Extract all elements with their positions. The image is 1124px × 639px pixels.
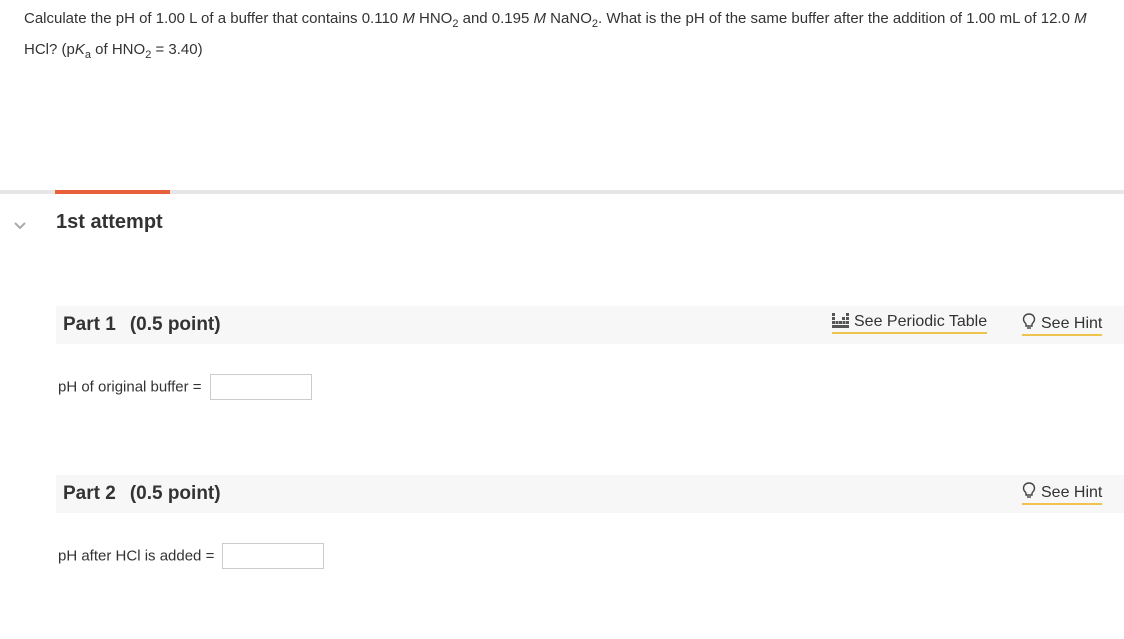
- part-1-header: Part 1 (0.5 point) See Periodic Table See…: [56, 306, 1124, 344]
- part-2-header: Part 2 (0.5 point) See Hint: [56, 475, 1124, 513]
- lightbulb-icon: [1022, 313, 1036, 329]
- lightbulb-icon: [1022, 482, 1036, 498]
- part-2-answer-row: pH after HCl is added =: [58, 543, 325, 569]
- attempt-progress-accent: [55, 190, 170, 194]
- part-1-answer-row: pH of original buffer =: [58, 374, 312, 400]
- part-2-answer-input[interactable]: [222, 543, 325, 569]
- see-periodic-table-link[interactable]: See Periodic Table: [832, 313, 988, 334]
- collapse-attempt-button[interactable]: [12, 218, 28, 234]
- part-2-title: Part 2 (0.5 point): [63, 483, 221, 504]
- part-1-answer-label: pH of original buffer =: [58, 378, 202, 396]
- periodic-table-icon: [832, 313, 849, 328]
- part-2-answer-label: pH after HCl is added =: [58, 547, 215, 565]
- part-1-answer-input[interactable]: [209, 374, 312, 400]
- part-1-title: Part 1 (0.5 point): [63, 314, 221, 335]
- see-hint-link-part-1[interactable]: See Hint: [1022, 313, 1103, 336]
- chevron-down-icon: [14, 222, 26, 230]
- see-hint-link-part-2[interactable]: See Hint: [1022, 482, 1103, 505]
- attempt-heading: 1st attempt: [56, 211, 163, 233]
- question-text: Calculate the pH of 1.00 L of a buffer t…: [24, 10, 1087, 61]
